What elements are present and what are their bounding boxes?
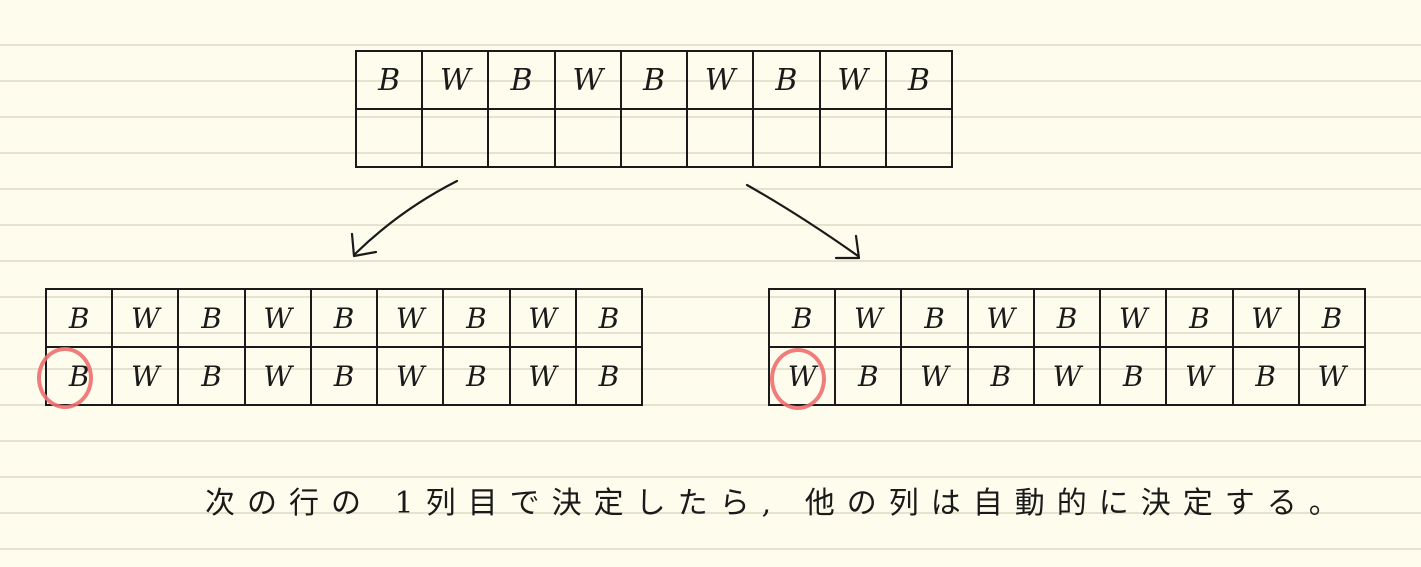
grid-cell: B bbox=[884, 50, 954, 110]
grid-cell: W bbox=[834, 288, 903, 348]
top-grid-row-2 bbox=[354, 108, 954, 168]
grid-cell bbox=[752, 108, 821, 168]
highlight-circle-right bbox=[770, 348, 826, 410]
highlight-circle-left bbox=[37, 347, 93, 409]
grid-cell bbox=[421, 108, 490, 168]
top-grid-row-1: B W B W B W B W B bbox=[354, 50, 954, 110]
grid-cell: W bbox=[686, 50, 755, 110]
grid-cell: B bbox=[767, 288, 837, 348]
grid-cell: B bbox=[487, 50, 556, 110]
grid-cell: W bbox=[966, 288, 1035, 348]
grid-cell: W bbox=[508, 346, 577, 406]
grid-cell: W bbox=[1231, 288, 1300, 348]
grid-cell: B bbox=[1165, 288, 1234, 348]
grid-cell: W bbox=[1165, 346, 1234, 406]
caption-text: 次の行の 1列目で決定したら, 他の列は自動的に決定する。 bbox=[205, 486, 1351, 521]
left-grid: B W B W B W B W B B W B W B W B W B bbox=[44, 288, 644, 406]
grid-cell: W bbox=[243, 346, 312, 406]
grid-cell: B bbox=[1297, 288, 1367, 348]
left-grid-row-2: B W B W B W B W B bbox=[44, 346, 644, 406]
grid-cell bbox=[619, 108, 689, 168]
grid-cell: B bbox=[442, 346, 511, 406]
grid-cell bbox=[553, 108, 622, 168]
grid-cell: B bbox=[309, 346, 379, 406]
grid-cell: B bbox=[1231, 346, 1300, 406]
grid-cell bbox=[884, 108, 954, 168]
grid-cell: B bbox=[834, 346, 903, 406]
grid-cell: B bbox=[354, 50, 424, 110]
grid-cell: B bbox=[619, 50, 689, 110]
grid-cell: B bbox=[177, 288, 246, 348]
grid-cell bbox=[686, 108, 755, 168]
grid-cell: W bbox=[508, 288, 577, 348]
grid-cell: B bbox=[44, 288, 114, 348]
grid-cell: W bbox=[900, 346, 969, 406]
grid-cell: B bbox=[442, 288, 511, 348]
grid-cell: W bbox=[1099, 288, 1168, 348]
grid-cell: B bbox=[574, 346, 644, 406]
right-grid-row-2: W B W B W B W B W bbox=[767, 346, 1367, 406]
grid-cell: W bbox=[553, 50, 622, 110]
grid-cell: W bbox=[818, 50, 887, 110]
grid-cell bbox=[354, 108, 424, 168]
grid-cell: B bbox=[966, 346, 1035, 406]
grid-cell: W bbox=[376, 346, 445, 406]
grid-cell: W bbox=[421, 50, 490, 110]
grid-cell: B bbox=[574, 288, 644, 348]
grid-cell: B bbox=[309, 288, 379, 348]
right-grid-row-1: B W B W B W B W B bbox=[767, 288, 1367, 348]
grid-cell: B bbox=[900, 288, 969, 348]
grid-cell: W bbox=[1297, 346, 1367, 406]
top-grid: B W B W B W B W B bbox=[354, 50, 954, 168]
grid-cell: B bbox=[177, 346, 246, 406]
grid-cell: B bbox=[752, 50, 821, 110]
right-grid: B W B W B W B W B W B W B W B W B W bbox=[767, 288, 1367, 406]
grid-cell: W bbox=[111, 346, 180, 406]
grid-cell: W bbox=[111, 288, 180, 348]
grid-cell bbox=[487, 108, 556, 168]
grid-cell: B bbox=[1032, 288, 1102, 348]
grid-cell: W bbox=[243, 288, 312, 348]
grid-cell: W bbox=[376, 288, 445, 348]
grid-cell bbox=[818, 108, 887, 168]
grid-cell: W bbox=[1032, 346, 1102, 406]
left-grid-row-1: B W B W B W B W B bbox=[44, 288, 644, 348]
grid-cell: B bbox=[1099, 346, 1168, 406]
